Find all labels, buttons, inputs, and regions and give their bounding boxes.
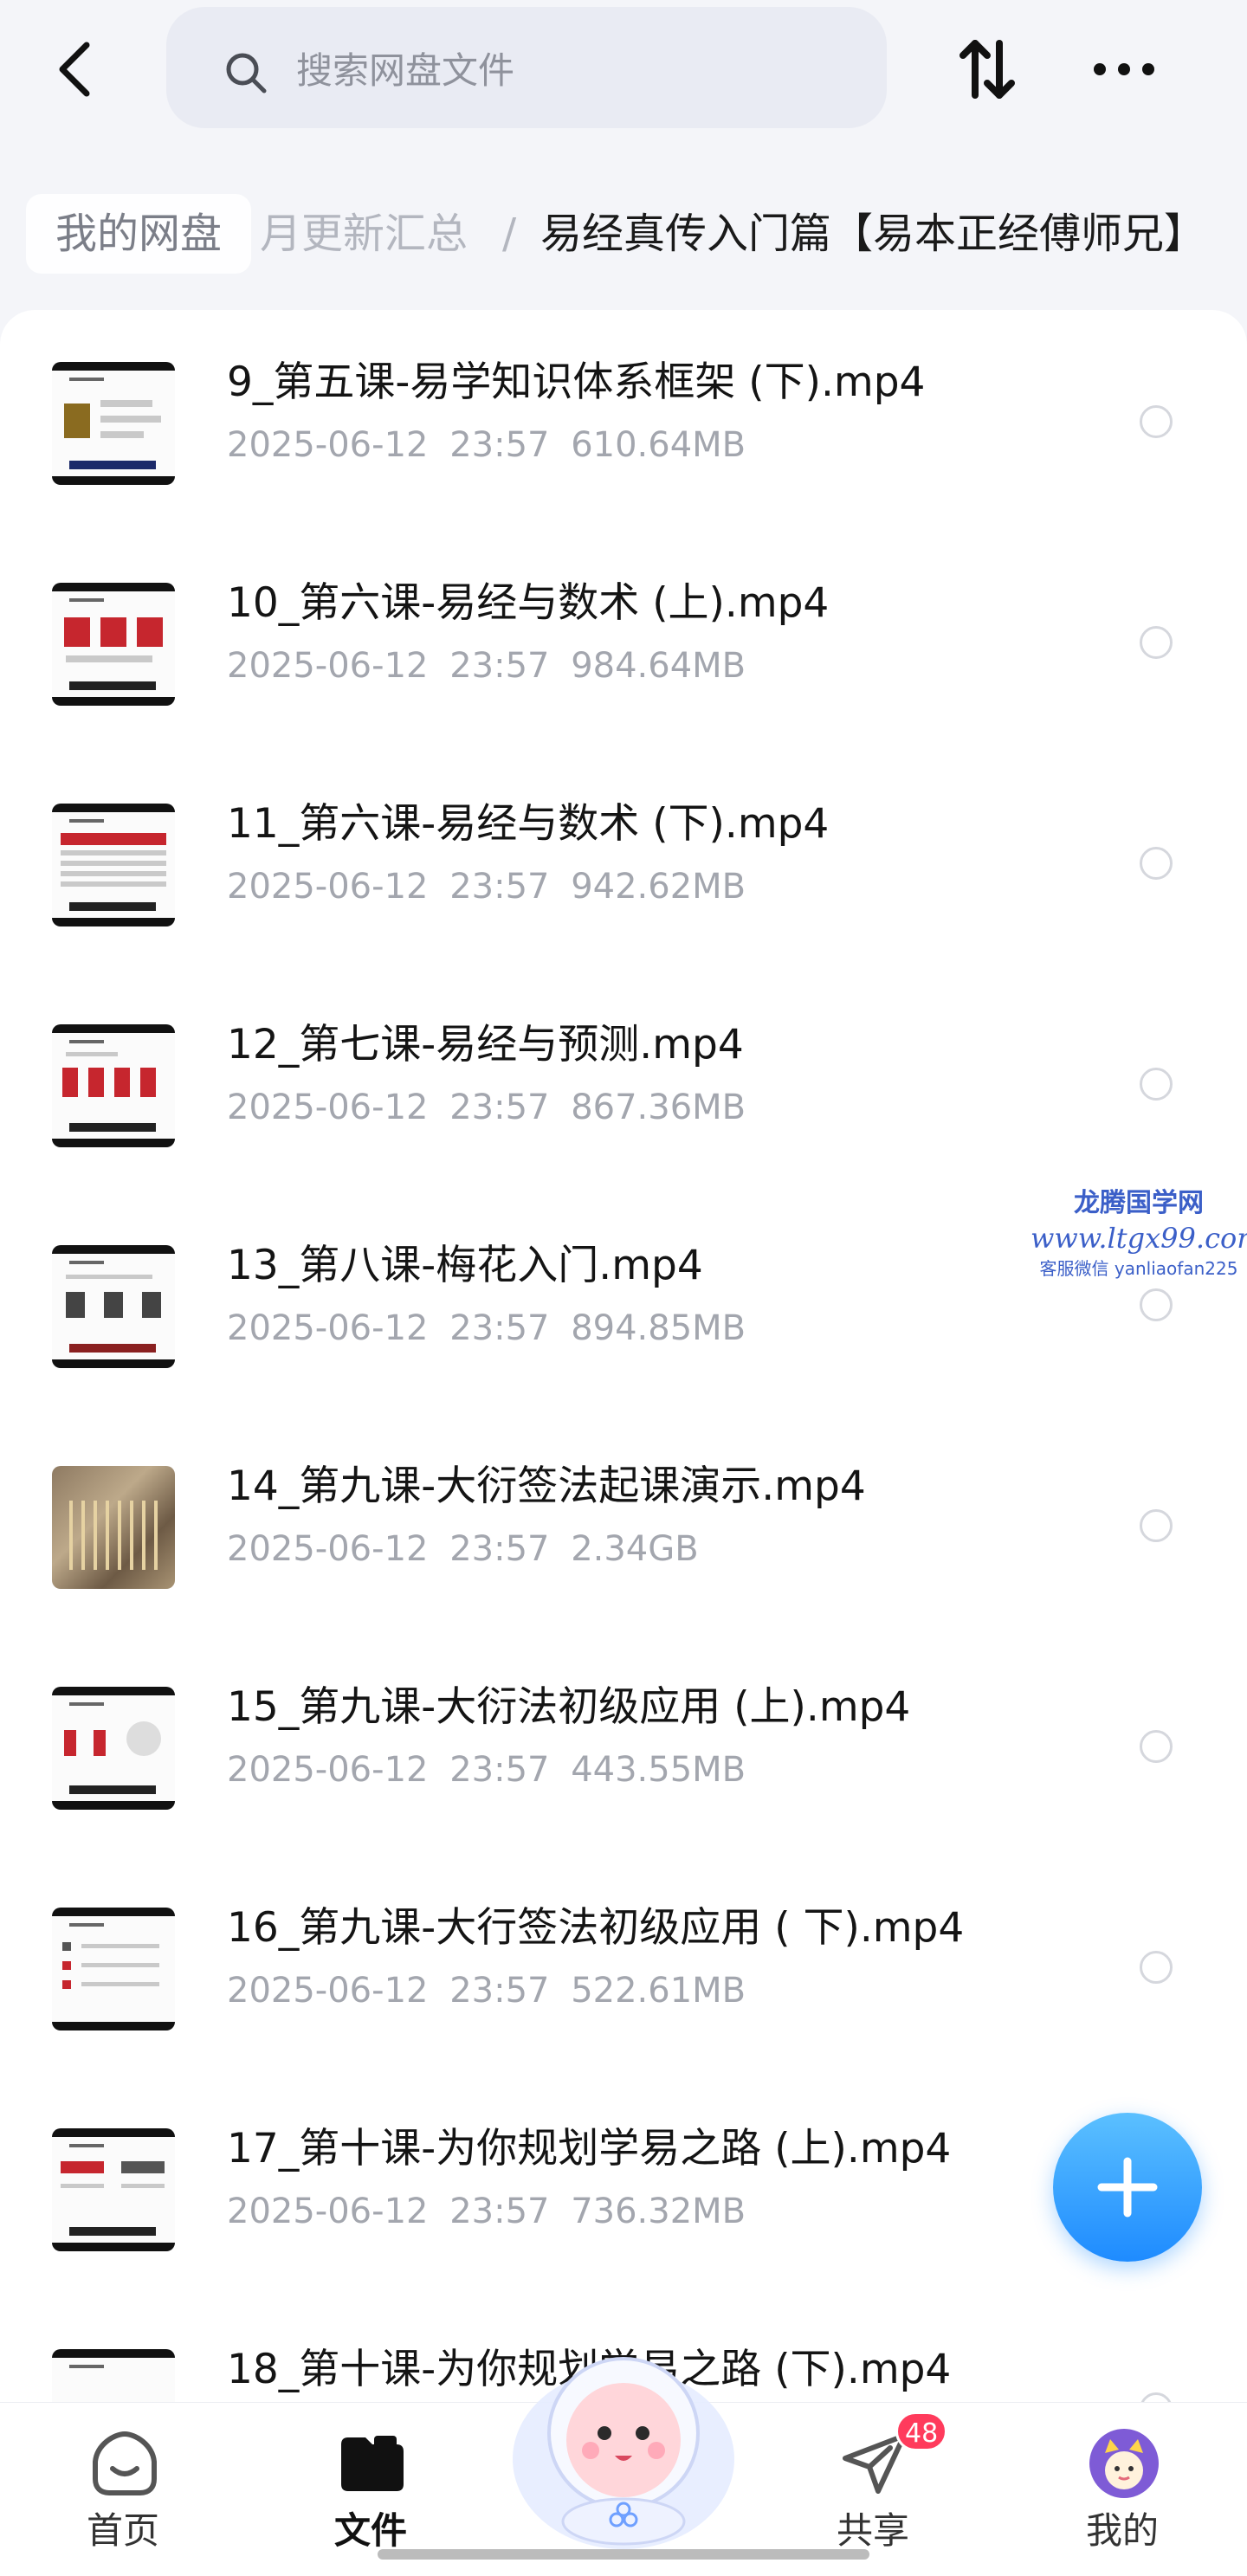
file-meta: 2025-06-12 23:57 984.64MB bbox=[227, 646, 746, 686]
nav-home-label: 首页 bbox=[86, 2509, 159, 2552]
nav-me-label: 我的 bbox=[1085, 2509, 1159, 2552]
select-radio[interactable] bbox=[1140, 1068, 1173, 1101]
watermark-url: www.ltgx99.com bbox=[1031, 1222, 1247, 1255]
video-thumbnail bbox=[52, 1024, 175, 1147]
folder-icon bbox=[336, 2427, 409, 2500]
breadcrumb-folder-monthly[interactable]: 月更新汇总 bbox=[260, 194, 468, 274]
watermark: 龙腾国学网 www.ltgx99.com 客服微信 yanliaofan225 bbox=[1031, 1186, 1247, 1282]
video-thumbnail bbox=[52, 1466, 175, 1589]
select-radio[interactable] bbox=[1140, 847, 1173, 880]
video-thumbnail bbox=[52, 1245, 175, 1368]
file-name: 16_第九课-大行签法初级应用 ( 下).mp4 bbox=[227, 1904, 965, 1952]
video-thumbnail bbox=[52, 362, 175, 485]
video-thumbnail bbox=[52, 2128, 175, 2251]
nav-me[interactable]: 我的 bbox=[1036, 2403, 1209, 2576]
avatar bbox=[1088, 2427, 1160, 2500]
file-name: 9_第五课-易学知识体系框架 (下).mp4 bbox=[227, 358, 926, 406]
file-name: 17_第十课-为你规划学易之路 (上).mp4 bbox=[227, 2125, 952, 2172]
file-row[interactable]: 10_第六课-易经与数术 (上).mp4 2025-06-12 23:57 98… bbox=[0, 531, 1247, 752]
video-thumbnail bbox=[52, 583, 175, 706]
file-row[interactable]: 12_第七课-易经与预测.mp4 2025-06-12 23:57 867.36… bbox=[0, 972, 1247, 1193]
file-name: 11_第六课-易经与数术 (下).mp4 bbox=[227, 800, 830, 848]
file-row[interactable]: 11_第六课-易经与数术 (下).mp4 2025-06-12 23:57 94… bbox=[0, 752, 1247, 972]
file-meta: 2025-06-12 23:57 610.64MB bbox=[227, 425, 746, 465]
watermark-contact: 客服微信 yanliaofan225 bbox=[1039, 1258, 1238, 1279]
select-radio[interactable] bbox=[1140, 1730, 1173, 1763]
more-icon[interactable] bbox=[1089, 48, 1159, 91]
share-badge: 48 bbox=[895, 2411, 948, 2451]
file-name: 15_第九课-大衍法初级应用 (上).mp4 bbox=[227, 1683, 911, 1731]
file-row[interactable]: 14_第九课-大衍签法起课演示.mp4 2025-06-12 23:57 2.3… bbox=[0, 1414, 1247, 1635]
mascot-icon bbox=[513, 2357, 734, 2549]
file-row[interactable]: 16_第九课-大行签法初级应用 ( 下).mp4 2025-06-12 23:5… bbox=[0, 1856, 1247, 2076]
nav-home[interactable]: 首页 bbox=[36, 2403, 210, 2576]
file-meta: 2025-06-12 23:57 443.55MB bbox=[227, 1750, 746, 1790]
breadcrumb-current-folder[interactable]: 易经真传入门篇【易本正经傅师兄】 bbox=[540, 194, 1205, 274]
select-radio[interactable] bbox=[1140, 1951, 1173, 1984]
breadcrumb: 月更新汇总 / 易经真传入门篇【易本正经傅师兄】 我的网盘 bbox=[0, 182, 1247, 286]
nav-files-label: 文件 bbox=[333, 2509, 407, 2552]
file-meta: 2025-06-12 23:57 942.62MB bbox=[227, 867, 746, 907]
nav-share-label: 共享 bbox=[836, 2509, 909, 2552]
select-radio[interactable] bbox=[1140, 626, 1173, 659]
file-name: 12_第七课-易经与预测.mp4 bbox=[227, 1021, 744, 1068]
ai-assistant-button[interactable] bbox=[494, 2329, 753, 2554]
file-row[interactable]: 15_第九课-大衍法初级应用 (上).mp4 2025-06-12 23:57 … bbox=[0, 1635, 1247, 1856]
file-meta: 2025-06-12 23:57 2.34GB bbox=[227, 1529, 699, 1569]
select-radio[interactable] bbox=[1140, 1509, 1173, 1542]
search-icon bbox=[223, 50, 268, 95]
video-thumbnail bbox=[52, 804, 175, 926]
file-meta: 2025-06-12 23:57 894.85MB bbox=[227, 1308, 746, 1348]
watermark-site-name: 龙腾国学网 bbox=[1074, 1188, 1204, 1218]
search-input[interactable]: 搜索网盘文件 bbox=[166, 7, 887, 128]
file-row[interactable]: 9_第五课-易学知识体系框架 (下).mp4 2025-06-12 23:57 … bbox=[0, 310, 1247, 531]
home-icon bbox=[88, 2427, 161, 2500]
file-name: 14_第九课-大衍签法起课演示.mp4 bbox=[227, 1462, 866, 1510]
back-icon[interactable] bbox=[43, 35, 113, 104]
search-placeholder: 搜索网盘文件 bbox=[296, 49, 515, 92]
file-meta: 2025-06-12 23:57 867.36MB bbox=[227, 1088, 746, 1127]
add-button[interactable] bbox=[1053, 2113, 1202, 2262]
top-bar: 搜索网盘文件 bbox=[0, 0, 1247, 147]
video-thumbnail bbox=[52, 1908, 175, 2030]
select-radio[interactable] bbox=[1140, 405, 1173, 438]
file-name: 13_第八课-梅花入门.mp4 bbox=[227, 1242, 703, 1289]
video-thumbnail bbox=[52, 2349, 175, 2405]
sort-icon[interactable] bbox=[953, 35, 1022, 104]
breadcrumb-root[interactable]: 我的网盘 bbox=[26, 194, 252, 274]
breadcrumb-separator: / bbox=[502, 210, 517, 258]
file-meta: 2025-06-12 23:57 522.61MB bbox=[227, 1971, 746, 2011]
file-name: 10_第六课-易经与数术 (上).mp4 bbox=[227, 579, 830, 627]
plus-icon bbox=[1097, 2157, 1158, 2218]
video-thumbnail bbox=[52, 1687, 175, 1810]
file-meta: 2025-06-12 23:57 736.32MB bbox=[227, 2192, 746, 2231]
select-radio[interactable] bbox=[1140, 1288, 1173, 1321]
home-indicator bbox=[378, 2549, 869, 2560]
file-list: 9_第五课-易学知识体系框架 (下).mp4 2025-06-12 23:57 … bbox=[0, 310, 1247, 2405]
